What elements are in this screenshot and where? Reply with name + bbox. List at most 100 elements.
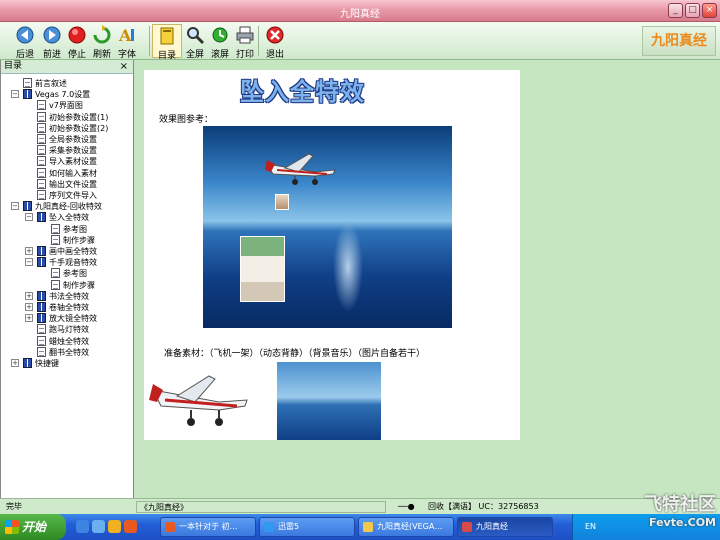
tree-node[interactable]: 如何输入素材: [37, 167, 97, 179]
page-icon: [51, 268, 60, 279]
book-icon: [37, 290, 46, 301]
maximize-button[interactable]: □: [685, 3, 700, 18]
photo-thumbnail: [275, 194, 289, 210]
tree-node[interactable]: 参考图: [51, 268, 87, 279]
tree-node[interactable]: 采集参数设置: [37, 145, 97, 156]
toc-button[interactable]: 目录: [152, 24, 182, 61]
tree-node-label: 卷轴全特效: [49, 303, 89, 312]
tree-node[interactable]: + 卷轴全特效: [25, 302, 89, 313]
tree-node-label: 蜡烛全特效: [49, 336, 89, 346]
tree-node[interactable]: 输出文件设置: [37, 178, 97, 190]
taskbar-item-ebook[interactable]: 九阳真经: [457, 517, 553, 537]
tree-node[interactable]: − Vegas 7.0设置: [11, 89, 91, 100]
quicklaunch-firefox-icon[interactable]: [124, 520, 137, 533]
reference-label: 效果图参考：: [159, 115, 214, 125]
tree-node[interactable]: 全局参数设置: [37, 134, 97, 145]
quicklaunch-desktop-icon[interactable]: [76, 520, 89, 533]
exit-label: 退出: [265, 50, 284, 60]
book-icon: [37, 302, 46, 312]
tree-node[interactable]: 序列文件导入: [37, 190, 97, 201]
collapse-icon[interactable]: −: [11, 202, 19, 211]
collapse-icon[interactable]: −: [11, 90, 19, 99]
tree-node-label: 初始参数设置(2): [49, 123, 109, 133]
tree-node-label: 参考图: [63, 224, 87, 234]
page-icon: [37, 190, 46, 200]
taskbar-item-label: 迅雷5: [278, 522, 300, 531]
expand-icon[interactable]: +: [25, 303, 33, 311]
book-icon: [23, 89, 32, 100]
thunder-icon: [264, 522, 274, 532]
tree-node[interactable]: 制作步骤: [51, 234, 95, 246]
taskbar-item-thunder[interactable]: 迅雷5: [259, 517, 355, 537]
book-icon: [23, 201, 32, 212]
font-button[interactable]: A 字体: [112, 24, 142, 60]
expand-icon[interactable]: +: [25, 314, 33, 323]
printer-icon: [236, 26, 254, 44]
tree-node-label: 导入素材设置: [49, 157, 97, 167]
tree-node[interactable]: + 画中画全特效: [25, 246, 97, 257]
tree-node-label: 全局参数设置: [49, 135, 97, 144]
tree-node[interactable]: 初始参数设置(1): [37, 111, 108, 123]
tree-node[interactable]: − 千手观音特效: [25, 257, 97, 268]
tree-node[interactable]: 初始参数设置(2): [37, 122, 109, 134]
tree-node[interactable]: 翻书全特效: [37, 346, 89, 358]
tree-node-label: 参考图: [63, 269, 87, 279]
page-icon: [51, 279, 60, 290]
taskbar-item-browser[interactable]: 一本针对于 初…: [160, 517, 256, 537]
collapse-icon[interactable]: −: [25, 213, 33, 222]
back-button[interactable]: 后退: [10, 24, 40, 60]
toc-panel-header: 目录 ×: [1, 60, 133, 74]
status-progress-icon: ──●: [398, 502, 415, 511]
tree-node-label: 九阳真经-回收特效: [35, 202, 102, 212]
magnifier-icon: [187, 27, 205, 45]
tree-node[interactable]: 导入素材设置: [37, 156, 97, 167]
tree-node[interactable]: 跑马灯特效: [37, 324, 89, 335]
tree-node[interactable]: 参考图: [51, 223, 87, 235]
firefox-icon: [165, 522, 175, 532]
tree-node[interactable]: + 书法全特效: [25, 290, 89, 302]
toc-panel: 目录 × 前言叙述 − Vegas 7.0设置 v7界面图 初始参数设置(1) 初始参数设…: [0, 60, 134, 498]
scroll-icon: [212, 27, 228, 43]
tree-node-label: 翻书全特效: [49, 347, 89, 357]
stop-icon: [68, 26, 86, 44]
tree-node[interactable]: − 九阳真经-回收特效: [11, 201, 102, 212]
expand-icon[interactable]: +: [11, 359, 19, 367]
exit-button[interactable]: 退出: [260, 24, 290, 60]
tree-node[interactable]: + 放大镜全特效: [25, 313, 97, 324]
page-icon: [37, 324, 46, 335]
quicklaunch-browser-icon[interactable]: [92, 520, 105, 533]
tree-node[interactable]: − 坠入全特效: [25, 212, 89, 223]
tree-node-label: 放大镜全特效: [49, 314, 97, 324]
tree-node[interactable]: + 快捷键: [11, 358, 59, 369]
wedding-photo: [240, 236, 285, 302]
print-label: 打印: [235, 50, 254, 60]
page-icon: [37, 134, 46, 144]
print-button[interactable]: 打印: [230, 24, 260, 60]
ebook-icon: [462, 522, 472, 532]
window-title: 九阳真经: [340, 9, 380, 20]
close-button[interactable]: ×: [702, 3, 717, 18]
taskbar-item-folder[interactable]: 九阳真经(VEGA…: [358, 517, 454, 537]
tree-node[interactable]: 前言叙述: [23, 78, 67, 89]
tree-node-label: Vegas 7.0设置: [35, 90, 91, 100]
status-document: 《九阳真经》: [136, 501, 386, 513]
start-button[interactable]: 开始: [0, 514, 66, 540]
tree-node-label: 画中画全特效: [49, 247, 97, 256]
expand-icon[interactable]: +: [25, 291, 33, 300]
tree-node[interactable]: v7界面图: [37, 100, 83, 111]
minimize-button[interactable]: _: [668, 3, 683, 18]
title-bar: 九阳真经 _ □ ×: [0, 0, 720, 22]
tree-node[interactable]: 制作步骤: [51, 279, 95, 291]
font-icon: A: [118, 26, 134, 45]
background-material-image: [277, 362, 381, 440]
expand-icon[interactable]: +: [25, 247, 33, 255]
window-controls: _ □ ×: [668, 3, 717, 18]
page-icon: [23, 78, 32, 88]
windows-logo-icon: [5, 520, 19, 534]
collapse-icon[interactable]: −: [25, 258, 33, 267]
quicklaunch-media-icon[interactable]: [108, 520, 121, 533]
tree-node[interactable]: 蜡烛全特效: [37, 335, 89, 347]
toolbar-separator: [149, 26, 150, 56]
tree-node-label: 序列文件导入: [49, 191, 97, 200]
close-panel-icon[interactable]: ×: [120, 60, 128, 73]
